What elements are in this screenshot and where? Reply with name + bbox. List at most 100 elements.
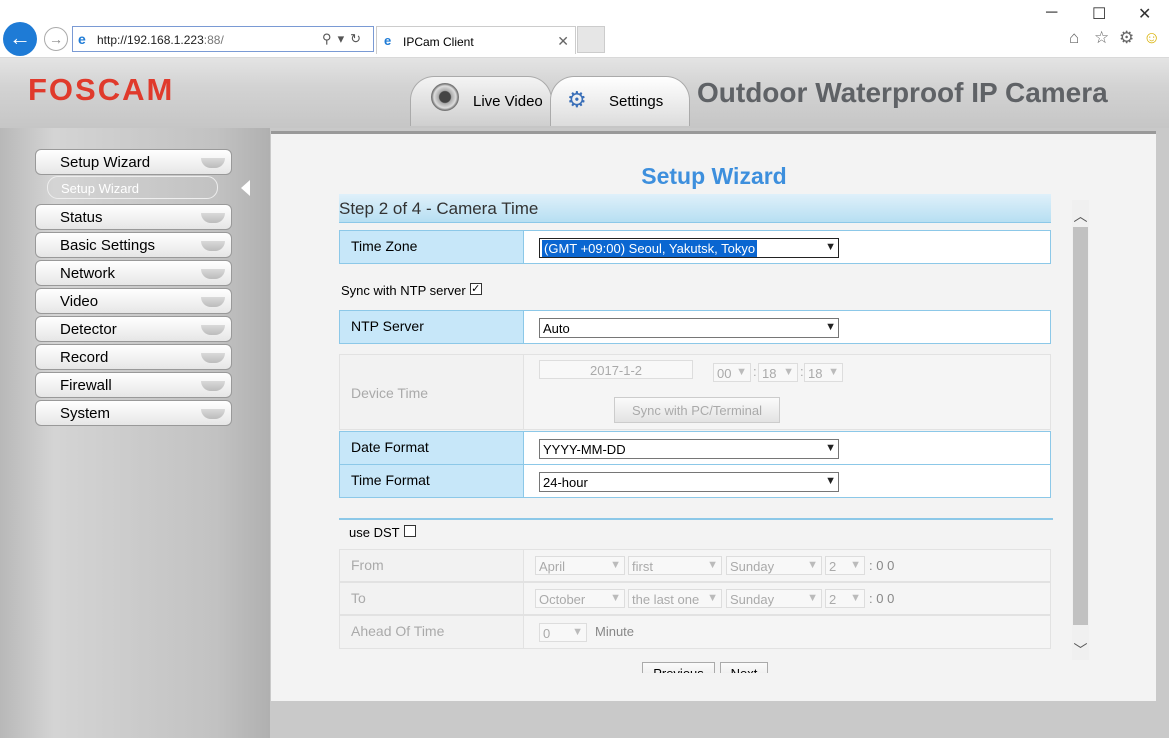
sync-ntp-row: Sync with NTP server ✓ — [341, 283, 482, 298]
sidebar-item-record[interactable]: Record — [35, 344, 232, 370]
dst-to-day-select: Sunday ▼ — [726, 589, 822, 608]
device-second-value: 18 — [808, 366, 823, 381]
search-refresh-icons[interactable]: ⚲▾↻ — [322, 31, 367, 47]
content-scrollbar[interactable]: ︿ ﹀ — [1072, 200, 1089, 660]
scroll-up-icon[interactable]: ︿ — [1072, 206, 1089, 226]
date-format-label: Date Format — [351, 439, 429, 455]
sync-ntp-checkbox[interactable]: ✓ — [469, 283, 482, 295]
use-dst-checkbox[interactable] — [403, 525, 416, 537]
dst-to-hour-select: 2 ▼ — [825, 589, 865, 608]
time-format-row: Time Format 24-hour ▼ — [339, 464, 1051, 498]
forward-button[interactable]: → — [44, 27, 68, 51]
dst-to-hour-value: 2 — [829, 592, 837, 607]
smiley-icon[interactable]: ☺ — [1143, 28, 1160, 48]
chevron-down-icon: ▼ — [807, 559, 818, 571]
ntp-server-value: Auto — [543, 321, 570, 336]
scrollbar-thumb[interactable] — [1073, 227, 1088, 625]
dst-from-day-select: Sunday ▼ — [726, 556, 822, 575]
device-minute-select: 18 ▼ — [758, 363, 798, 382]
sidebar-item-label: Firewall — [60, 377, 112, 394]
sidebar-item-firewall[interactable]: Firewall — [35, 372, 232, 398]
dst-to-suffix: : 0 0 — [869, 591, 895, 606]
chevron-down-icon: ▼ — [572, 626, 583, 638]
time-format-value: 24-hour — [543, 475, 588, 490]
chevron-down-icon — [201, 213, 225, 223]
device-minute-value: 18 — [762, 366, 777, 381]
sidebar-subitem-setup-wizard[interactable]: Setup Wizard — [47, 176, 218, 199]
maximize-button[interactable]: ☐ — [1092, 4, 1106, 24]
chevron-down-icon — [201, 381, 225, 391]
time-zone-value: (GMT +09:00) Seoul, Yakutsk, Tokyo — [542, 240, 758, 257]
step-title: Step 2 of 4 - Camera Time — [339, 199, 539, 218]
use-dst-row: use DST — [349, 525, 416, 540]
chevron-down-icon — [201, 409, 225, 419]
chevron-down-icon — [201, 269, 225, 279]
dst-to-label: To — [351, 590, 366, 606]
sidebar-item-basic-settings[interactable]: Basic Settings — [35, 232, 232, 258]
chevron-down-icon: ▼ — [807, 592, 818, 604]
sidebar-item-setup-wizard[interactable]: Setup Wizard — [35, 149, 232, 175]
sidebar-item-detector[interactable]: Detector — [35, 316, 232, 342]
chevron-down-icon: ▼ — [825, 442, 836, 454]
close-window-button[interactable]: ✕ — [1138, 4, 1151, 24]
dst-to-week-value: the last one — [632, 592, 700, 607]
device-hour-select: 00 ▼ — [713, 363, 751, 382]
sidebar-item-network[interactable]: Network — [35, 260, 232, 286]
close-tab-icon[interactable]: ✕ — [557, 33, 569, 50]
date-format-select[interactable]: YYYY-MM-DD ▼ — [539, 439, 839, 459]
device-hour-value: 00 — [717, 366, 732, 381]
back-button[interactable]: ← — [3, 22, 37, 56]
chevron-down-icon — [201, 158, 225, 168]
star-icon[interactable]: ☆ — [1094, 28, 1109, 48]
chevron-down-icon: ▼ — [850, 592, 861, 604]
sidebar-item-label: Basic Settings — [60, 237, 156, 254]
ntp-server-row: NTP Server Auto ▼ — [339, 310, 1051, 344]
tab-settings[interactable]: ⚙ Settings — [550, 76, 690, 126]
time-zone-label: Time Zone — [351, 238, 418, 254]
time-zone-select[interactable]: (GMT +09:00) Seoul, Yakutsk, Tokyo ▼ — [539, 238, 839, 258]
sidebar-item-label: Setup Wizard — [60, 154, 151, 171]
chevron-down-icon: ▼ — [707, 592, 718, 604]
sidebar-item-status[interactable]: Status — [35, 204, 232, 230]
dst-from-month-value: April — [539, 559, 566, 574]
settings-icon: ⚙ — [567, 87, 587, 112]
sidebar-item-video[interactable]: Video — [35, 288, 232, 314]
time-format-select[interactable]: 24-hour ▼ — [539, 472, 839, 492]
dst-to-month-select: October ▼ — [535, 589, 625, 608]
minimize-button[interactable]: ─ — [1046, 4, 1057, 22]
chevron-down-icon: ▼ — [825, 475, 836, 487]
use-dst-label: use DST — [349, 525, 400, 540]
address-bar[interactable]: e http://192.168.1.223:88/ ⚲▾↻ — [72, 26, 374, 52]
sidebar-item-label: Record — [60, 349, 109, 366]
chevron-down-icon: ▼ — [825, 321, 836, 333]
gear-icon[interactable]: ⚙ — [1119, 28, 1134, 48]
ntp-server-select[interactable]: Auto ▼ — [539, 318, 839, 338]
browser-tab[interactable]: e IPCam Client ✕ — [376, 26, 576, 54]
dst-to-month-value: October — [539, 592, 586, 607]
next-button[interactable]: Next — [720, 662, 768, 673]
time-separator: : — [753, 364, 757, 379]
dst-to-day-value: Sunday — [730, 592, 775, 607]
time-zone-row: Time Zone (GMT +09:00) Seoul, Yakutsk, T… — [339, 230, 1051, 264]
chevron-down-icon: ▼ — [707, 559, 718, 571]
dst-from-hour-value: 2 — [829, 559, 837, 574]
chevron-down-icon: ▼ — [828, 366, 839, 378]
dst-from-week-select: first ▼ — [628, 556, 722, 575]
chevron-down-icon: ▼ — [825, 241, 836, 253]
dst-from-month-select: April ▼ — [535, 556, 625, 575]
dst-from-hour-select: 2 ▼ — [825, 556, 865, 575]
chevron-down-icon — [201, 325, 225, 335]
previous-button[interactable]: Previous — [642, 662, 715, 673]
tab-live-video[interactable]: Live Video — [410, 76, 552, 126]
date-format-row: Date Format YYYY-MM-DD ▼ — [339, 431, 1051, 465]
scroll-down-icon[interactable]: ﹀ — [1072, 640, 1089, 660]
dst-from-suffix: : 0 0 — [869, 558, 895, 573]
dst-to-row: To October ▼ the last one ▼ Sunday ▼ 2 ▼ : 0… — [339, 582, 1051, 615]
chevron-down-icon: ▼ — [610, 592, 621, 604]
sidebar-item-system[interactable]: System — [35, 400, 232, 426]
chevron-down-icon — [201, 353, 225, 363]
new-tab-button[interactable] — [577, 26, 605, 53]
sidebar-item-label: Status — [60, 209, 103, 226]
home-icon[interactable]: ⌂ — [1069, 28, 1079, 48]
device-date-value: 2017-1-2 — [590, 363, 643, 378]
